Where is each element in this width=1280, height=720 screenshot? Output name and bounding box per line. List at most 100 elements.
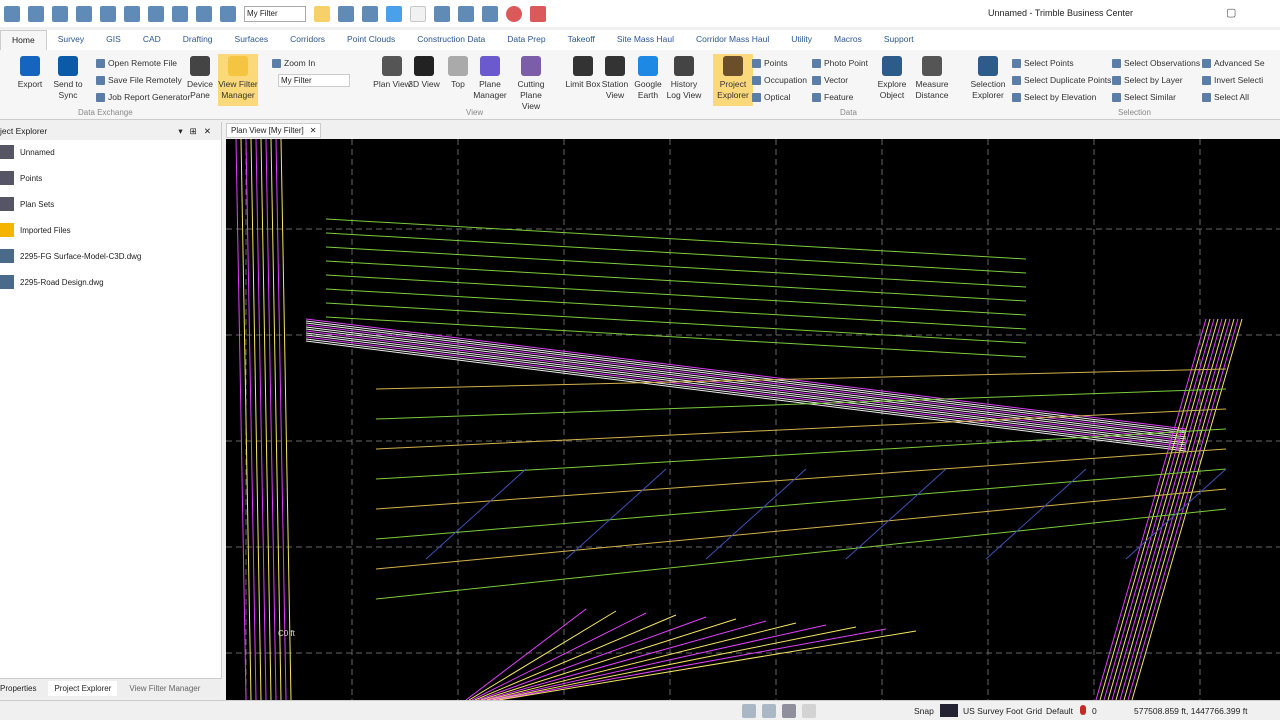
tab-site-mass-haul[interactable]: Site Mass Haul xyxy=(606,30,685,50)
ribbon-item-select-all[interactable]: Select All xyxy=(1202,92,1249,102)
tree-item[interactable]: Imported Files xyxy=(0,223,71,237)
snap-toggle[interactable]: Snap xyxy=(914,706,934,716)
ribbon-item-open-remote-file[interactable]: Open Remote File xyxy=(96,58,177,68)
ribbon-item-photo-point[interactable]: Photo Point xyxy=(812,58,868,68)
quick-access-icon[interactable] xyxy=(220,5,236,22)
ribbon-item-save-file-remotely[interactable]: Save File Remotely xyxy=(96,75,182,85)
quick-access-icon[interactable] xyxy=(148,5,164,22)
grid-toggle[interactable]: Grid xyxy=(1026,706,1042,716)
ribbon-button-explore-object[interactable]: Explore Object xyxy=(872,54,912,106)
ribbon-button-project-explorer[interactable]: Project Explorer xyxy=(713,54,753,106)
quick-access-icon[interactable] xyxy=(52,5,68,22)
ribbon-item-select-similar[interactable]: Select Similar xyxy=(1112,92,1176,102)
filter-select[interactable]: My Filter xyxy=(278,74,350,87)
tab-corridors[interactable]: Corridors xyxy=(279,30,336,50)
tab-corridor-mass-haul[interactable]: Corridor Mass Haul xyxy=(685,30,780,50)
ribbon-button-send-to-sync[interactable]: Send to Sync xyxy=(48,54,88,106)
ribbon-item-select-by-layer[interactable]: Select by Layer xyxy=(1112,75,1183,85)
tree-item[interactable]: Plan Sets xyxy=(0,197,54,211)
tab-macros[interactable]: Macros xyxy=(823,30,873,50)
item-label: Photo Point xyxy=(824,58,868,68)
pen-icon[interactable] xyxy=(386,5,402,22)
ribbon-item-optical[interactable]: Optical xyxy=(752,92,790,102)
close-icon[interactable] xyxy=(530,5,546,22)
tab-construction-data[interactable]: Construction Data xyxy=(406,30,496,50)
quick-access-icon[interactable] xyxy=(482,5,498,22)
quick-access-icon[interactable] xyxy=(410,5,426,22)
snap-icon[interactable] xyxy=(742,704,756,718)
plan-view-canvas[interactable]: C0 ft xyxy=(226,139,1280,700)
print-icon[interactable] xyxy=(434,5,450,22)
grid-icon[interactable] xyxy=(802,704,816,718)
filter-icon[interactable] xyxy=(314,5,330,22)
quick-access-icon[interactable] xyxy=(458,5,474,22)
ribbon-item-feature[interactable]: Feature xyxy=(812,92,853,102)
layers-icon[interactable] xyxy=(362,5,378,22)
ribbon-button-selection-explorer[interactable]: Selection Explorer xyxy=(968,54,1008,106)
tree-item-label: Plan Sets xyxy=(20,199,55,209)
close-tab-icon[interactable]: ✕ xyxy=(310,126,317,135)
tree-item[interactable]: Unnamed xyxy=(0,145,55,159)
quick-access-icon[interactable] xyxy=(28,5,44,22)
quick-access-icon[interactable] xyxy=(4,5,20,22)
doc-tab-plan-view[interactable]: Plan View [My Filter] ✕ xyxy=(226,123,322,138)
tab-takeoff[interactable]: Takeoff xyxy=(557,30,606,50)
layer[interactable]: Default xyxy=(1046,706,1073,716)
save-icon[interactable] xyxy=(100,5,116,22)
ribbon-item-vector[interactable]: Vector xyxy=(812,75,848,85)
quick-access-icon[interactable] xyxy=(338,5,354,22)
tab-project-explorer[interactable]: Project Explorer xyxy=(48,681,118,696)
ribbon-item-select-points[interactable]: Select Points xyxy=(1012,58,1074,68)
snap-tools[interactable] xyxy=(742,704,816,718)
tab-support[interactable]: Support xyxy=(873,30,925,50)
ribbon-button-cutting-plane-view[interactable]: Cutting Plane View xyxy=(511,54,551,111)
tree-item[interactable]: 2295-Road Design.dwg xyxy=(0,275,104,289)
quick-filter-select[interactable]: My Filter xyxy=(244,5,306,22)
ribbon-button-plane-manager[interactable]: Plane Manager xyxy=(470,54,510,106)
ribbon-button-google-earth[interactable]: Google Earth xyxy=(628,54,668,106)
tab-cad[interactable]: CAD xyxy=(132,30,172,50)
tree-item[interactable]: 2295-FG Surface-Model-C3D.dwg xyxy=(0,249,141,263)
ribbon-item-points[interactable]: Points xyxy=(752,58,788,68)
ribbon-item-select-observations[interactable]: Select Observations xyxy=(1112,58,1200,68)
tab-view-filter-manager[interactable]: View Filter Manager xyxy=(129,684,200,693)
quick-access-icon[interactable] xyxy=(196,5,212,22)
item-label: Select All xyxy=(1214,92,1249,102)
tab-properties[interactable]: Properties xyxy=(0,684,36,693)
tree-item[interactable]: Points xyxy=(0,171,42,185)
pane-controls[interactable]: ▾ ⊞ ✕ xyxy=(178,126,211,137)
ribbon-tabs: Home Survey GIS CAD Drafting Surfaces Corridor… xyxy=(0,30,1280,50)
ribbon-item-job-report-generator[interactable]: Job Report Generator xyxy=(96,92,190,102)
ribbon-button-export[interactable]: Export xyxy=(10,54,50,106)
ribbon-item-zoom-in[interactable]: Zoom In xyxy=(272,58,315,68)
snap-icon[interactable] xyxy=(762,704,776,718)
tab-utility[interactable]: Utility xyxy=(780,30,823,50)
tree-item-icon xyxy=(0,223,14,237)
map-icon[interactable] xyxy=(940,704,958,717)
record-icon[interactable] xyxy=(506,5,522,22)
ribbon-item-occupation[interactable]: Occupation xyxy=(752,75,807,85)
ribbon-item-invert-selecti[interactable]: Invert Selecti xyxy=(1202,75,1263,85)
doc-tab-label: Plan View [My Filter] xyxy=(231,126,304,135)
ribbon-button-measure-distance[interactable]: Measure Distance xyxy=(912,54,952,106)
tab-data-prep[interactable]: Data Prep xyxy=(496,30,556,50)
tab-point-clouds[interactable]: Point Clouds xyxy=(336,30,406,50)
button-label: Explore Object xyxy=(877,79,907,100)
tab-drafting[interactable]: Drafting xyxy=(172,30,224,50)
globe-icon[interactable] xyxy=(172,5,188,22)
tab-gis[interactable]: GIS xyxy=(95,30,132,50)
top-icon xyxy=(448,56,468,76)
tab-survey[interactable]: Survey xyxy=(47,30,95,50)
tab-home[interactable]: Home xyxy=(0,30,47,50)
maximize-icon[interactable]: ▢ xyxy=(1226,6,1236,19)
snap-icon[interactable] xyxy=(782,704,796,718)
ribbon-item-advanced-se[interactable]: Advanced Se xyxy=(1202,58,1265,68)
units[interactable]: US Survey Foot xyxy=(963,706,1023,716)
ribbon-button-history-log-view[interactable]: History Log View xyxy=(664,54,704,106)
ribbon-button-view-filter-manager[interactable]: View Filter Manager xyxy=(218,54,258,106)
quick-access-icon[interactable] xyxy=(76,5,92,22)
ribbon-item-select-duplicate-points[interactable]: Select Duplicate Points xyxy=(1012,75,1111,85)
gear-icon[interactable] xyxy=(124,5,140,22)
tab-surfaces[interactable]: Surfaces xyxy=(224,30,280,50)
ribbon-item-select-by-elevation[interactable]: Select by Elevation xyxy=(1012,92,1096,102)
